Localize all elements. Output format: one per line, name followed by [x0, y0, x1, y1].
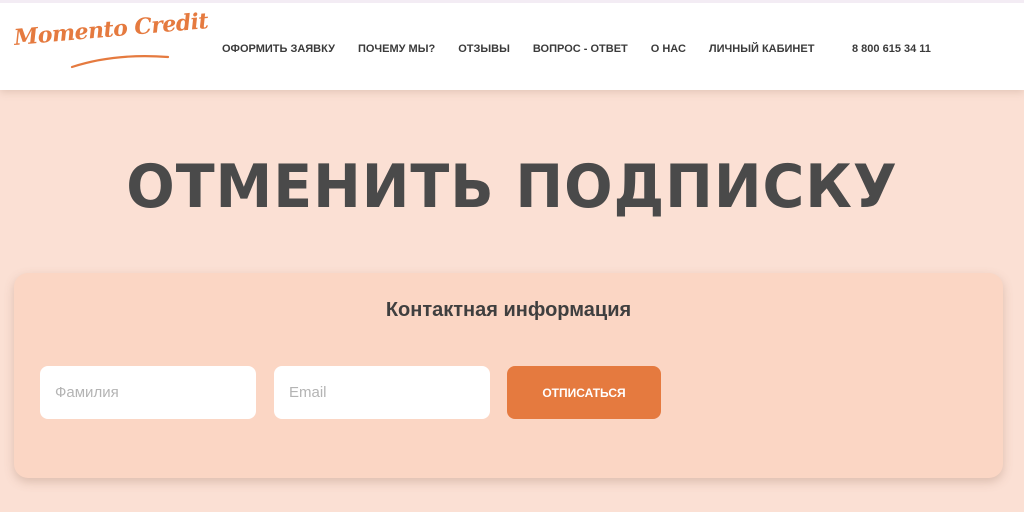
nav-faq[interactable]: ВОПРОС - ОТВЕТ [533, 43, 628, 55]
unsubscribe-form: Контактная информация ОТПИСАТЬСЯ [14, 273, 1003, 478]
lastname-input[interactable] [40, 366, 256, 419]
nav-reviews[interactable]: ОТЗЫВЫ [458, 43, 510, 55]
email-input[interactable] [274, 366, 490, 419]
logo-swoosh-icon [70, 55, 170, 69]
nav-about[interactable]: О НАС [651, 43, 686, 55]
nav-account[interactable]: ЛИЧНЫЙ КАБИНЕТ [709, 43, 815, 55]
site-header: Momento Credit ОФОРМИТЬ ЗАЯВКУ ПОЧЕМУ МЫ… [0, 0, 1024, 90]
form-title: Контактная информация [385, 299, 632, 321]
nav-apply[interactable]: ОФОРМИТЬ ЗАЯВКУ [222, 43, 335, 55]
phone-link[interactable]: 8 800 615 34 11 [852, 43, 931, 55]
nav-why-us[interactable]: ПОЧЕМУ МЫ? [358, 43, 435, 55]
main-nav: ОФОРМИТЬ ЗАЯВКУ ПОЧЕМУ МЫ? ОТЗЫВЫ ВОПРОС… [212, 43, 837, 55]
logo[interactable]: Momento Credit [13, 8, 209, 73]
unsubscribe-button[interactable]: ОТПИСАТЬСЯ [507, 366, 661, 419]
page-title: ОТМЕНИТЬ ПОДПИСКУ [126, 152, 898, 222]
logo-text: Momento Credit [12, 8, 210, 51]
